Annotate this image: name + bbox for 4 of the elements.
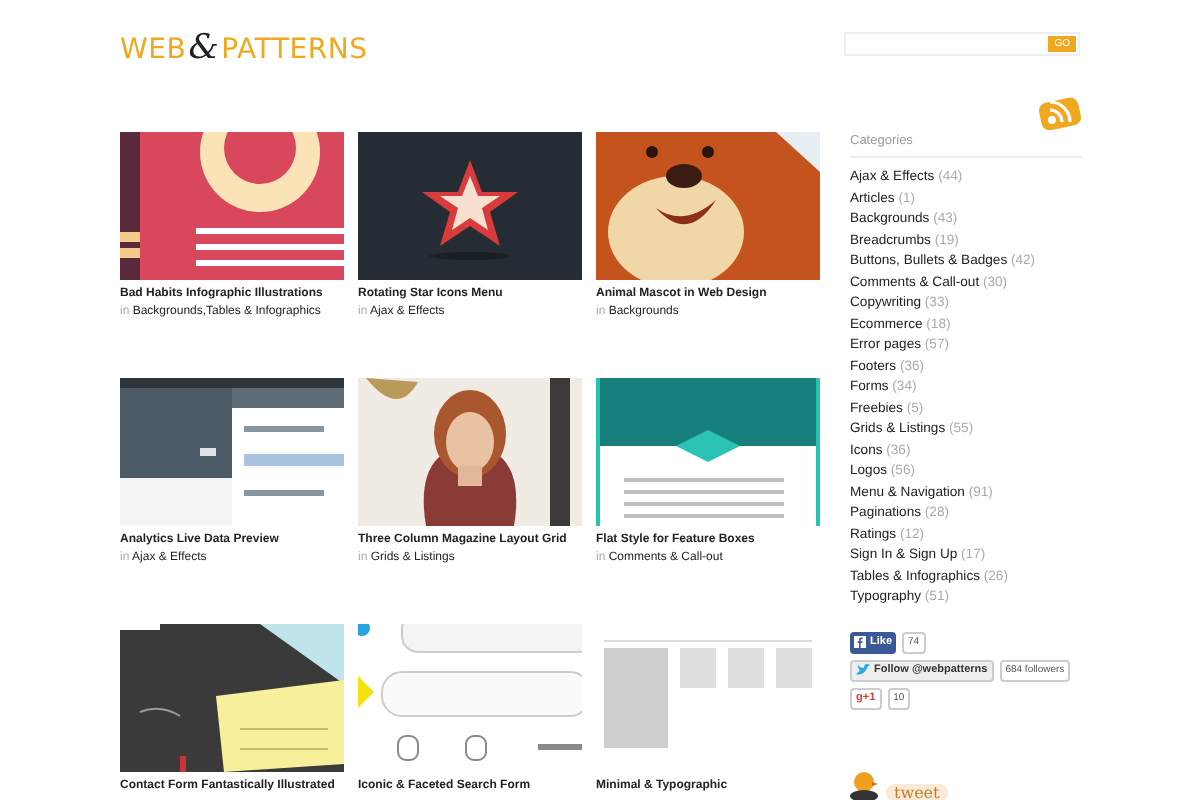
facebook-icon bbox=[854, 636, 866, 648]
bird-icon bbox=[850, 769, 882, 800]
bird-icon bbox=[856, 664, 870, 676]
site-logo[interactable]: WEB&PATTERNS bbox=[120, 28, 368, 94]
